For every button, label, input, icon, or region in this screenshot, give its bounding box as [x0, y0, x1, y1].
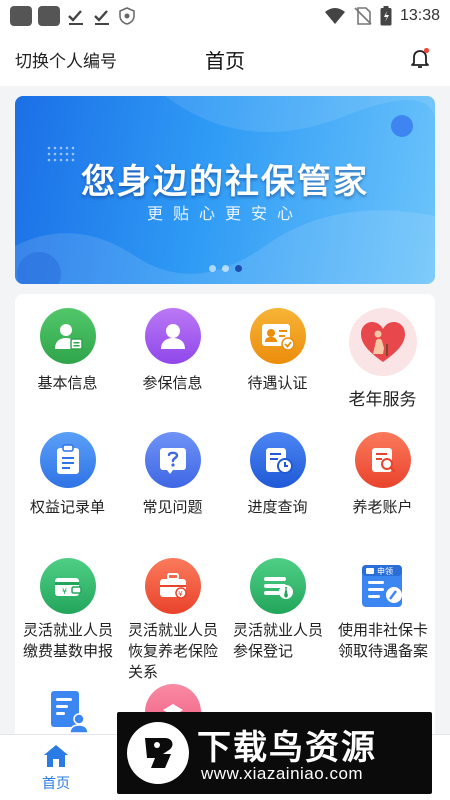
- service-benefit-auth[interactable]: 待遇认证: [225, 308, 330, 394]
- home-icon: [44, 745, 68, 767]
- battery-icon: [380, 6, 392, 26]
- service-insurance-info[interactable]: 参保信息: [120, 308, 225, 394]
- svg-text:¥: ¥: [62, 587, 67, 596]
- shield-icon: [119, 7, 135, 25]
- service-rights-record[interactable]: 权益记录单: [15, 432, 120, 518]
- notification-app-icon: [10, 6, 32, 26]
- download-done-icon: [68, 10, 83, 25]
- download-done-icon: [94, 10, 109, 25]
- watermark-url: www.xiazainiao.com: [201, 764, 364, 783]
- svg-text:¥: ¥: [178, 590, 183, 598]
- service-label: 参保信息: [142, 374, 203, 392]
- service-non-card-benefit-filing[interactable]: 申领 使用非社保卡领取待遇备案: [330, 558, 435, 662]
- carousel-dot[interactable]: [208, 265, 216, 272]
- service-label: 基本信息: [37, 374, 98, 392]
- service-flexible-contribution-base[interactable]: ¥ 灵活就业人员缴费基数申报: [15, 558, 120, 662]
- no-sim-icon: [354, 7, 372, 25]
- service-label: 灵活就业人员参保登记: [233, 621, 324, 660]
- carousel-dot[interactable]: [221, 265, 229, 272]
- person-icon: [144, 308, 201, 364]
- briefcase-yen-icon: ¥: [144, 558, 201, 614]
- question-icon: [144, 432, 201, 488]
- document-person-icon: [40, 684, 96, 740]
- promo-banner[interactable]: 您身边的社保管家 更贴心更安心: [15, 96, 435, 284]
- person-id-icon: [39, 308, 96, 364]
- service-document[interactable]: [15, 684, 120, 740]
- clipboard-icon: [39, 432, 96, 488]
- money-tie-icon: [249, 558, 306, 614]
- service-basic-info[interactable]: 基本信息: [15, 308, 120, 394]
- progress-clock-icon: [249, 432, 306, 488]
- bell-icon[interactable]: [408, 46, 432, 70]
- account-search-icon: [354, 432, 411, 488]
- tab-home[interactable]: 首页: [26, 743, 86, 793]
- wifi-icon: [324, 8, 345, 24]
- service-label: 使用非社保卡领取待遇备案: [338, 621, 429, 660]
- service-label: 常见问题: [142, 498, 203, 516]
- service-grid: 基本信息 参保信息 待遇认证 老年服务 权益记录单 常见问题 进度查询 养老账户…: [15, 294, 435, 744]
- app-header: 切换个人编号 首页: [0, 32, 450, 86]
- elder-heart-icon: [348, 308, 417, 376]
- service-label: 灵活就业人员恢复养老保险关系: [128, 621, 219, 681]
- service-label: 待遇认证: [247, 374, 308, 392]
- carousel-indicator: [15, 265, 435, 272]
- watermark-logo: [127, 722, 189, 784]
- service-flexible-restore-pension[interactable]: ¥ 灵活就业人员恢复养老保险关系: [120, 558, 225, 683]
- tab-label: 首页: [42, 776, 70, 792]
- notification-app-icon: [38, 6, 60, 26]
- watermark-title: 下载鸟资源: [197, 728, 377, 768]
- banner-title: 您身边的社保管家: [81, 162, 369, 202]
- status-bar: 13:38: [0, 0, 450, 32]
- switch-personal-id-button[interactable]: 切换个人编号: [15, 47, 117, 72]
- form-badge: 申领: [377, 566, 393, 576]
- wallet-yen-icon: ¥: [39, 558, 96, 614]
- service-label: 老年服务: [348, 390, 417, 410]
- service-pension-account[interactable]: 养老账户: [330, 432, 435, 518]
- application-form-icon: 申领: [355, 558, 411, 614]
- service-label: 灵活就业人员缴费基数申报: [23, 621, 114, 660]
- id-card-check-icon: [249, 308, 306, 364]
- carousel-dot-active[interactable]: [234, 265, 242, 272]
- service-faq[interactable]: 常见问题: [120, 432, 225, 518]
- watermark-overlay: 下载鸟资源 www.xiazainiao.com: [117, 712, 432, 794]
- service-label: 权益记录单: [29, 498, 105, 516]
- service-progress-query[interactable]: 进度查询: [225, 432, 330, 518]
- status-time: 13:38: [399, 7, 440, 24]
- banner-subtitle: 更贴心更安心: [146, 204, 303, 223]
- service-label: 养老账户: [352, 498, 413, 516]
- service-elderly[interactable]: 老年服务: [330, 308, 435, 411]
- service-label: 进度查询: [247, 498, 308, 516]
- service-flexible-registration[interactable]: 灵活就业人员参保登记: [225, 558, 330, 662]
